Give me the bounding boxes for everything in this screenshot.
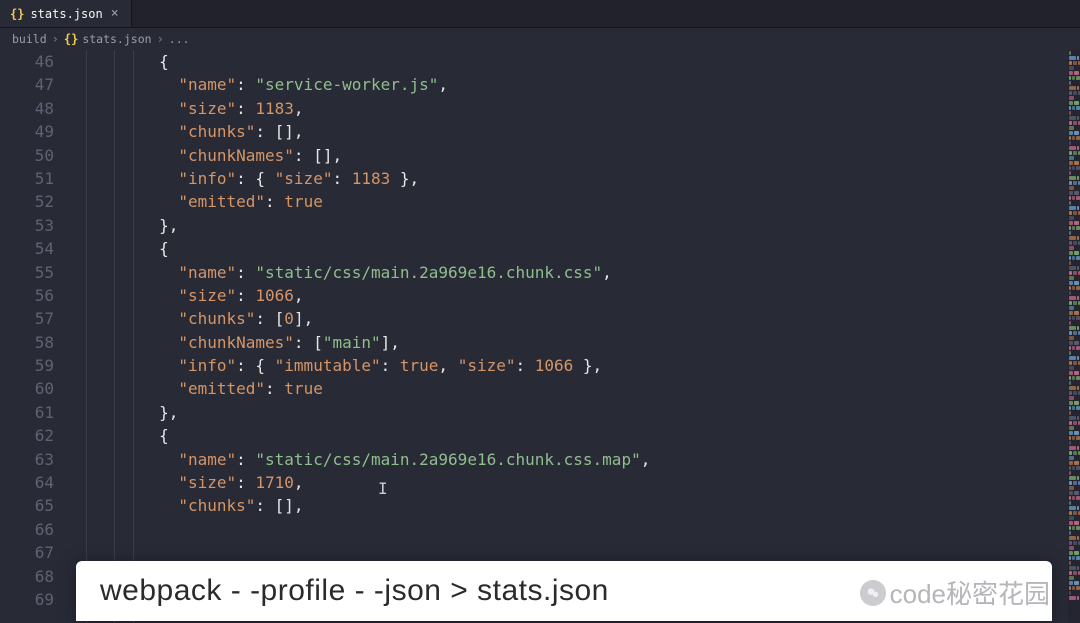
minimap[interactable]: [1068, 50, 1080, 623]
code-line[interactable]: },: [82, 401, 1080, 424]
breadcrumb: build › {} stats.json › ...: [0, 28, 1080, 50]
tab-stats-json[interactable]: {} stats.json ×: [0, 0, 132, 27]
code-line[interactable]: {: [82, 50, 1080, 73]
code-editor[interactable]: 4647484950515253545556575859606162636465…: [0, 50, 1080, 623]
code-line[interactable]: "size": 1710,: [82, 471, 1080, 494]
breadcrumb-file[interactable]: {} stats.json: [64, 32, 152, 46]
line-number-gutter: 4647484950515253545556575859606162636465…: [0, 50, 72, 623]
json-icon: {}: [64, 32, 78, 46]
code-line[interactable]: "chunkNames": [],: [82, 144, 1080, 167]
line-number: 49: [0, 120, 54, 143]
line-number: 54: [0, 237, 54, 260]
code-line[interactable]: "info": { "immutable": true, "size": 106…: [82, 354, 1080, 377]
code-line[interactable]: "emitted": true: [82, 190, 1080, 213]
code-line[interactable]: {: [82, 237, 1080, 260]
breadcrumb-more[interactable]: ...: [169, 32, 190, 46]
code-line[interactable]: "size": 1066,: [82, 284, 1080, 307]
code-line[interactable]: "size": 1183,: [82, 97, 1080, 120]
code-line[interactable]: [82, 518, 1080, 541]
command-text: webpack - -profile - -json > stats.json: [100, 574, 609, 608]
code-line[interactable]: "name": "service-worker.js",: [82, 73, 1080, 96]
code-content[interactable]: { "name": "service-worker.js", "size": 1…: [72, 50, 1080, 623]
chevron-right-icon: ›: [52, 32, 59, 46]
line-number: 67: [0, 541, 54, 564]
code-line[interactable]: "chunkNames": ["main"],: [82, 331, 1080, 354]
line-number: 53: [0, 214, 54, 237]
line-number: 62: [0, 424, 54, 447]
command-overlay: webpack - -profile - -json > stats.json: [76, 561, 1052, 621]
close-icon[interactable]: ×: [109, 6, 121, 21]
line-number: 68: [0, 565, 54, 588]
line-number: 46: [0, 50, 54, 73]
code-line[interactable]: {: [82, 424, 1080, 447]
line-number: 52: [0, 190, 54, 213]
code-line[interactable]: "chunks": [],: [82, 120, 1080, 143]
code-line[interactable]: "chunks": [],: [82, 494, 1080, 517]
line-number: 48: [0, 97, 54, 120]
line-number: 56: [0, 284, 54, 307]
code-line[interactable]: },: [82, 214, 1080, 237]
line-number: 64: [0, 471, 54, 494]
line-number: 50: [0, 144, 54, 167]
line-number: 55: [0, 261, 54, 284]
line-number: 60: [0, 377, 54, 400]
code-line[interactable]: "emitted": true: [82, 377, 1080, 400]
breadcrumb-label: build: [12, 32, 47, 46]
breadcrumb-label: ...: [169, 32, 190, 46]
chevron-right-icon: ›: [157, 32, 164, 46]
line-number: 59: [0, 354, 54, 377]
tab-label: stats.json: [30, 7, 102, 21]
line-number: 47: [0, 73, 54, 96]
breadcrumb-folder[interactable]: build: [12, 32, 47, 46]
line-number: 66: [0, 518, 54, 541]
code-line[interactable]: "chunks": [0],: [82, 307, 1080, 330]
json-icon: {}: [10, 7, 24, 21]
line-number: 51: [0, 167, 54, 190]
tab-bar: {} stats.json ×: [0, 0, 1080, 28]
line-number: 58: [0, 331, 54, 354]
line-number: 57: [0, 307, 54, 330]
line-number: 65: [0, 494, 54, 517]
breadcrumb-label: stats.json: [82, 32, 151, 46]
code-line[interactable]: "info": { "size": 1183 },: [82, 167, 1080, 190]
line-number: 69: [0, 588, 54, 611]
code-line[interactable]: "name": "static/css/main.2a969e16.chunk.…: [82, 448, 1080, 471]
line-number: 63: [0, 448, 54, 471]
line-number: 61: [0, 401, 54, 424]
code-line[interactable]: "name": "static/css/main.2a969e16.chunk.…: [82, 261, 1080, 284]
